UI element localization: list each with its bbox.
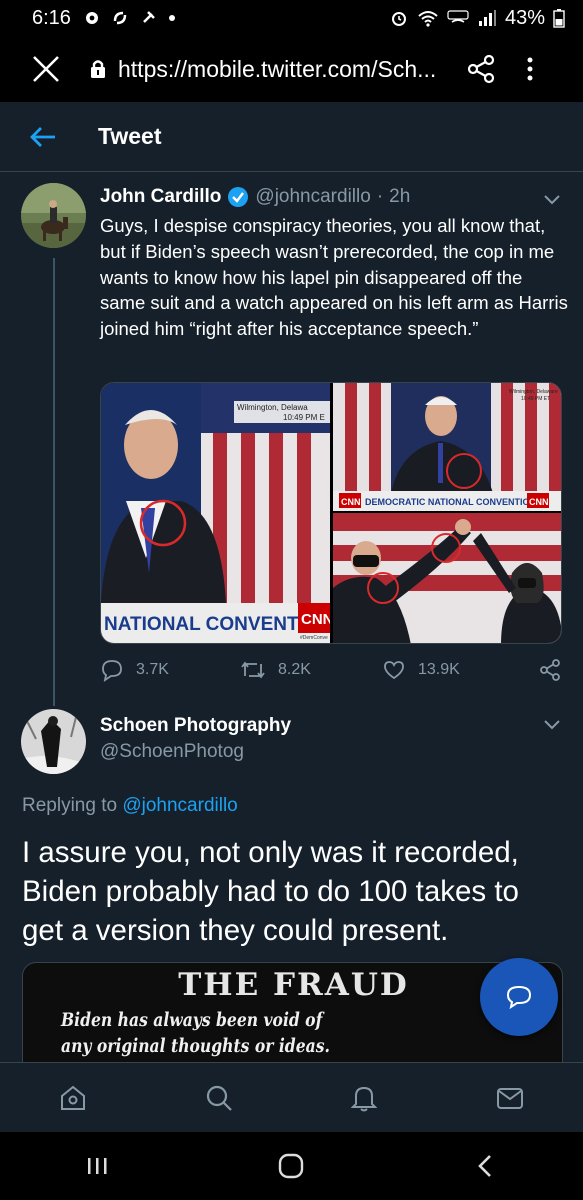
replying-to-label: Replying to: [22, 795, 118, 816]
cnn-logo-right-2: CNN: [529, 497, 549, 507]
reply-count: 3.7K: [136, 661, 169, 678]
cnn-logo-right: CNN: [341, 497, 361, 507]
tweet-time[interactable]: 2h: [389, 186, 410, 208]
replying-to-line: Replying to @johncardillo: [22, 795, 238, 817]
battery-percent: 43%: [504, 6, 545, 29]
retweet-icon: [241, 661, 265, 679]
signal-icon: [478, 10, 496, 26]
close-icon[interactable]: [26, 49, 66, 89]
reply-author-handle[interactable]: @SchoenPhotog: [100, 741, 244, 763]
bottom-tab-bar: [0, 1062, 583, 1132]
chevron-down-icon[interactable]: [541, 188, 563, 210]
reply-action[interactable]: 3.7K: [100, 658, 240, 682]
share-icon[interactable]: [464, 52, 498, 86]
verified-badge-icon: [228, 187, 249, 207]
snow-figure-photo: [21, 709, 86, 774]
tweet-author-line: John Cardillo @johncardillo · 2h: [100, 186, 410, 208]
chevron-down-icon[interactable]: [541, 713, 563, 735]
tweet-media[interactable]: NATIONAL CONVENTION CNN #DemConve Wilmin…: [100, 382, 562, 644]
retweet-action[interactable]: 8.2K: [240, 658, 382, 682]
reply-text: I assure you, not only was it recorded, …: [22, 836, 519, 947]
page-title: Tweet: [98, 123, 162, 149]
avatar-schoen-photography[interactable]: [21, 709, 86, 774]
battery-icon: [553, 9, 565, 28]
recent-apps-icon[interactable]: [82, 1151, 112, 1181]
back-arrow-icon[interactable]: [28, 125, 58, 149]
thread-line: [53, 258, 55, 706]
notification-dot-icon: [168, 15, 175, 21]
wifi-icon: [418, 11, 438, 27]
alarm-icon: [391, 12, 406, 26]
retweet-count: 8.2K: [278, 661, 311, 678]
cnn-hashtag: #DemConve: [300, 635, 328, 641]
reply-bubble-icon: [506, 985, 532, 1010]
media-collage: NATIONAL CONVENTION CNN #DemConve Wilmin…: [101, 383, 561, 643]
sync-icon: [113, 11, 127, 25]
browser-bar: https://mobile.twitter.com/Sch...: [0, 36, 583, 102]
settings-gear-icon: [85, 12, 98, 24]
tweet-author-handle[interactable]: @johncardillo: [255, 186, 370, 208]
page-header: Tweet: [0, 102, 583, 172]
compose-reply-button[interactable]: [480, 958, 558, 1036]
search-icon[interactable]: [204, 1083, 234, 1113]
more-options-icon[interactable]: [520, 54, 540, 84]
status-time: 6:16: [32, 6, 71, 29]
horse-rider-photo: [21, 183, 86, 248]
replying-to-link[interactable]: @johncardillo: [122, 795, 237, 816]
tweet-actions: 3.7K 8.2K 13.9K: [100, 654, 562, 686]
url-field[interactable]: https://mobile.twitter.com/Sch...: [118, 56, 458, 83]
right-caption-line2: 10:49 PM ET: [521, 396, 550, 402]
pin-icon: [143, 11, 155, 23]
tweet-text: Guys, I despise conspiracy theories, you…: [100, 215, 568, 340]
lock-icon: [91, 60, 105, 78]
separator-dot: ·: [376, 186, 384, 207]
home-button-icon[interactable]: [276, 1151, 306, 1181]
reply-icon: [102, 660, 122, 682]
avatar-john-cardillo[interactable]: [21, 183, 86, 248]
like-count: 13.9K: [418, 661, 460, 678]
tweet-author-name[interactable]: John Cardillo: [100, 186, 221, 208]
back-button-icon[interactable]: [471, 1151, 501, 1181]
heart-icon: [384, 661, 404, 680]
right-banner-text: DEMOCRATIC NATIONAL CONVENTION: [365, 497, 536, 507]
reply-author-name[interactable]: Schoen Photography: [100, 715, 291, 737]
status-bar: 6:16 43%: [0, 0, 583, 36]
messages-envelope-icon[interactable]: [495, 1083, 525, 1113]
cnn-logo-left: CNN: [301, 611, 334, 628]
notifications-bell-icon[interactable]: [349, 1083, 379, 1113]
home-icon[interactable]: [58, 1083, 88, 1113]
volte-icon: [447, 10, 469, 23]
like-action[interactable]: 13.9K: [382, 658, 528, 682]
left-caption-line2: 10:49 PM E: [283, 413, 325, 422]
right-caption-line1: Wilmington, Delaware: [509, 389, 558, 395]
share-icon[interactable]: [538, 658, 562, 682]
left-caption-line1: Wilmington, Delawa: [237, 403, 308, 412]
system-nav-bar: [0, 1132, 583, 1200]
